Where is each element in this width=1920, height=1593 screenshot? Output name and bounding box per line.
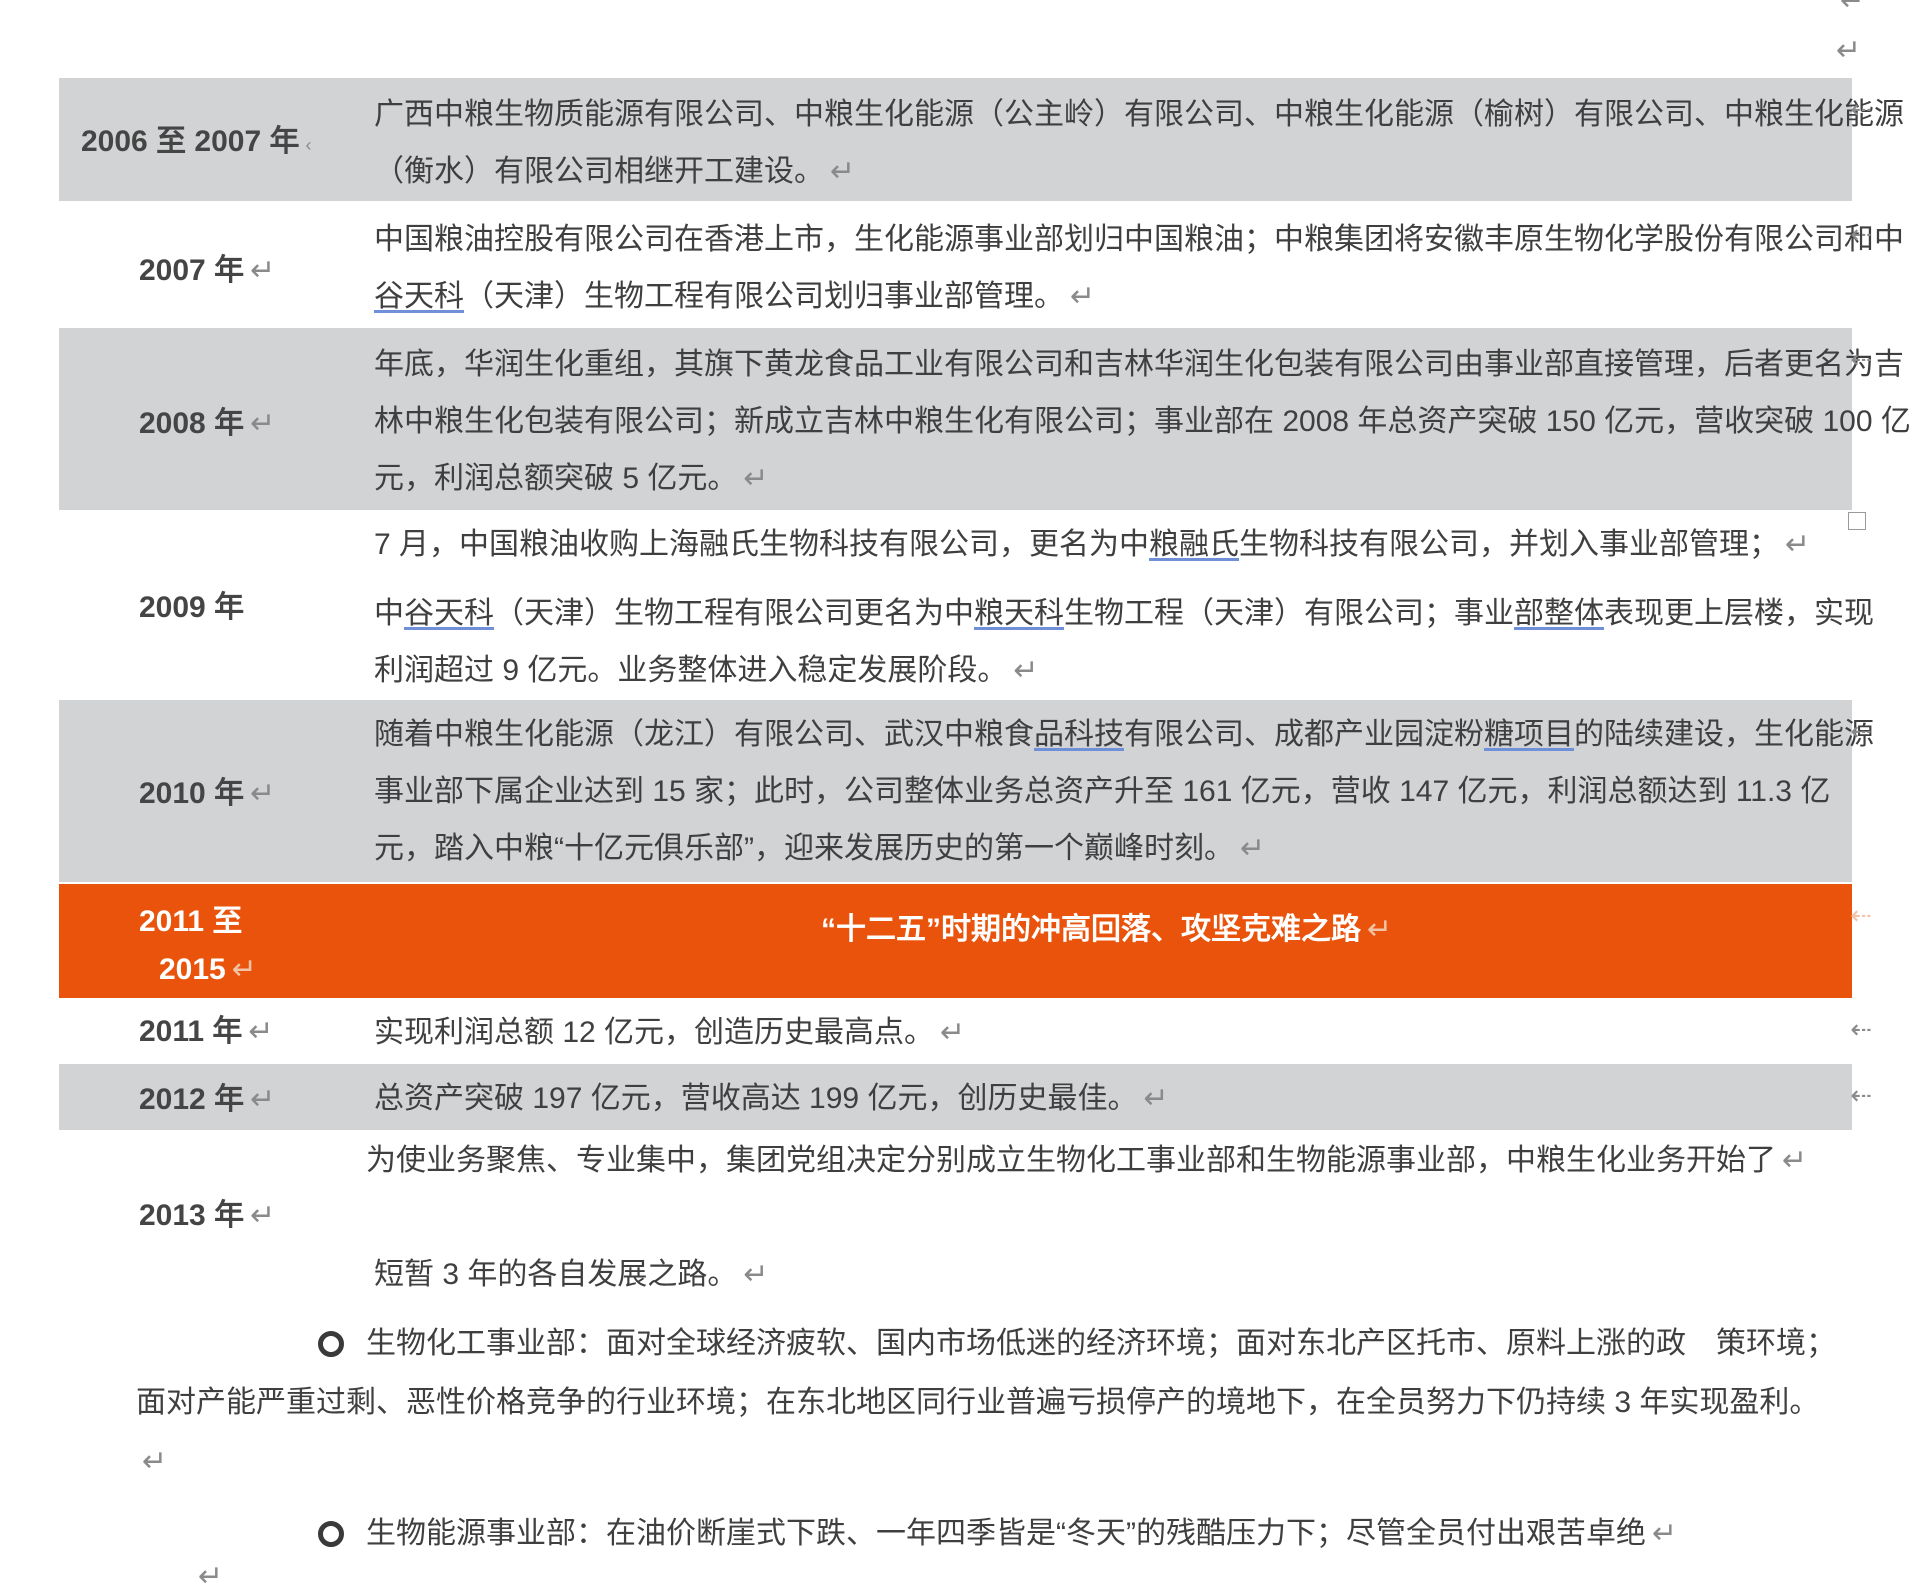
paragraph-mark: ↵ [198,1560,224,1593]
cell-end-mark: ⇠ [1850,716,1872,746]
paragraph-mark: ↵ [1840,0,1866,17]
timeline-row-2012: 2012 年 ↵ 总资产突破 197 亿元，营收高达 199 亿元，创历史最佳。 ↵… [59,1064,1872,1130]
period-years: 2011 至 2015 ↵ [139,905,257,986]
row-description: 随着中粮生化能源（龙江）有限公司、武汉中粮食品科技有限公司、成都产业园淀粉糖项目… [374,718,1874,865]
row-year: 2007 年 ↵ [139,254,276,287]
timeline-row-2010: 2010 年 ↵ 随着中粮生化能源（龙江）有限公司、武汉中粮食品科技有限公司、成都… [59,700,1874,882]
document-page: ↵ ↵ 2006 至 2007 年 ‹ 广西中粮生物质能源有限公司、中粮生化能源（… [0,0,1920,1593]
cell-end-mark: ⇠ [1850,94,1872,124]
spellcheck-underline: 粮天科 [974,597,1064,630]
bullet-paragraph: 生物能源事业部：在油价断崖式下跌、一年四季皆是“冬天”的残酷压力下；尽管全员付出… [366,1517,1678,1550]
row-description: 总资产突破 197 亿元，营收高达 199 亿元，创历史最佳。 ↵ [374,1082,1169,1115]
timeline-row-2011: 2011 年 ↵ 实现利润总额 12 亿元，创造历史最高点。 ↵ ⇠ [59,1000,1872,1064]
row-description: 年底，华润生化重组，其旗下黄龙食品工业有限公司和吉林华润生化包装有限公司由事业部… [374,348,1911,495]
spellcheck-underline: 粮融氏 [1149,528,1240,561]
row-year: 2012 年 ↵ [139,1083,276,1116]
timeline-row-2006-2007: 2006 至 2007 年 ‹ 广西中粮生物质能源有限公司、中粮生化能源（公主岭）… [59,78,1904,201]
period-title: “十二五”时期的冲高回落、攻坚克难之路 ↵ [821,913,1393,946]
row-description: 中国粮油控股有限公司在香港上市，生化能源事业部划归中国粮油；中粮集团将安徽丰原生… [374,223,1904,313]
row-year: 2009 年 [139,591,245,624]
timeline-row-2013: 2013 年 ↵ 为使业务聚焦、专业集中，集团党组决定分别成立生物化工事业部和生物… [59,1132,1852,1308]
row-year: 2011 年 ↵ [139,1015,274,1048]
row-description-line1: 为使业务聚焦、专业集中，集团党组决定分别成立生物化工事业部和生物能源事业部，中粮… [366,1144,1808,1177]
paragraph-mark: ↵ [1836,34,1862,67]
spellcheck-underline: 谷天科 [404,597,494,630]
cell-end-mark: ⇠ [1850,900,1872,930]
spellcheck-underline: 谷天科 [374,280,464,313]
row-year: 2010 年 ↵ [139,777,276,810]
cell-end-mark: ⇠ [1850,1080,1872,1110]
cell-end-mark: ⇠ [1850,219,1872,249]
row-description: 广西中粮生物质能源有限公司、中粮生化能源（公主岭）有限公司、中粮生化能源（榆树）… [374,98,1904,188]
row-year: 2013 年 ↵ [139,1199,276,1232]
spellcheck-underline: 部整体 [1514,597,1604,630]
table-move-handle[interactable] [1848,512,1866,530]
cell-end-mark: ⇠ [1850,344,1872,374]
row-description: 实现利润总额 12 亿元，创造历史最高点。 ↵ [374,1016,966,1049]
cell-end-mark: ⇠ [1850,1014,1872,1044]
row-year: 2008 年 ↵ [139,407,276,440]
timeline-row-2007: 2007 年 ↵ 中国粮油控股有限公司在香港上市，生化能源事业部划归中国粮油；中粮… [59,203,1904,327]
bullet-paragraph: 生物化工事业部：面对全球经济疲软、国内市场低迷的经济环境；面对东北产区托市、原料… [136,1327,1836,1478]
spellcheck-underline: 品科技 [1034,718,1124,751]
row-description: 7 月，中国粮油收购上海融氏生物科技有限公司，更名为中粮融氏生物科技有限公司，并… [374,528,1874,687]
timeline-row-2009: 2009 年 7 月，中国粮油收购上海融氏生物科技有限公司，更名为中粮融氏生物科… [59,512,1874,698]
spellcheck-underline: 糖项目 [1484,718,1574,751]
period-header-row: 2011 至 2015 ↵ “十二五”时期的冲高回落、攻坚克难之路 ↵ ⇠ [59,884,1872,998]
timeline-row-2008: 2008 年 ↵ 年底，华润生化重组，其旗下黄龙食品工业有限公司和吉林华润生化包装… [59,328,1911,510]
row-description-line2: 短暂 3 年的各自发展之路。 ↵ [374,1258,769,1291]
row-year: 2006 至 2007 年 ‹ [81,125,312,158]
